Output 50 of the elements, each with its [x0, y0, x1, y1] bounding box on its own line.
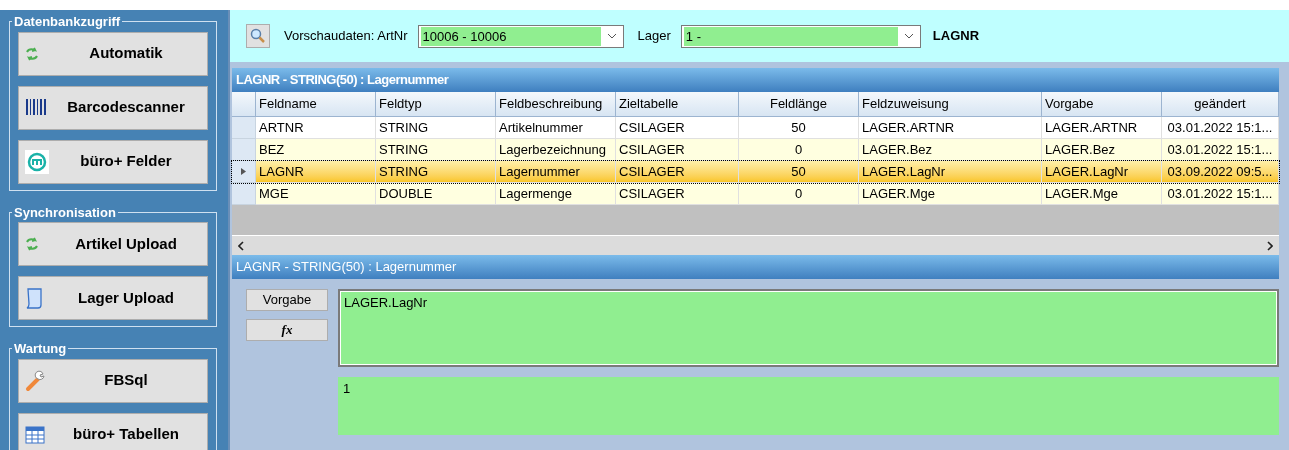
result-field: 1: [338, 377, 1279, 435]
table-cell: MGE: [256, 183, 376, 205]
group-title: Synchronisation: [13, 203, 117, 222]
field-name: LAGNR: [932, 27, 980, 46]
table-cell: 0: [739, 183, 859, 205]
search-button[interactable]: [246, 24, 270, 48]
table-cell: LAGER.Mge: [1042, 183, 1162, 205]
chevron-down-icon: [903, 33, 914, 39]
expression-field[interactable]: LAGER.LagNr: [338, 289, 1279, 367]
sync-arrows-icon: [25, 45, 39, 62]
table-cell: DOUBLE: [376, 183, 496, 205]
table-row[interactable]: ARTNR STRING Artikelnummer CSILAGER 50 LAGER.ARTNR LAGER.ARTNR 03.01.2022 15:1...: [232, 117, 1279, 139]
wrench-icon: [25, 369, 47, 392]
logo-icon: [25, 149, 49, 174]
table-cell: LAGER.Mge: [859, 183, 1042, 205]
default-button[interactable]: Vorgabe: [246, 289, 328, 311]
row-header[interactable]: [232, 183, 256, 205]
row-header[interactable]: [232, 161, 256, 183]
row-pointer-icon: [241, 168, 246, 175]
grid-title: LAGNR - STRING(50) : Lagernummer: [232, 68, 1279, 92]
row-header[interactable]: [232, 139, 256, 161]
group-title: Datenbankzugriff: [13, 13, 122, 31]
sync-arrows-icon: [25, 236, 39, 252]
scroll-right-icon[interactable]: [1267, 240, 1273, 251]
sidebar-button[interactable]: büro+ Felder: [18, 139, 208, 184]
detail-title: LAGNR - STRING(50) : Lagernummer: [232, 255, 1279, 279]
table-row[interactable]: LAGNR STRING Lagernummer CSILAGER 50 LAGER.LagNr LAGER.LagNr 03.09.2022 09:5...: [232, 161, 1279, 183]
document-icon: [25, 287, 43, 309]
dropdown[interactable]: 1 -: [680, 24, 921, 48]
formula-button[interactable]: fx: [246, 319, 328, 341]
scroll-left-icon[interactable]: [238, 240, 244, 251]
table-cell: Lagermenge: [496, 183, 616, 205]
sidebar-button[interactable]: FBSql: [18, 358, 208, 403]
dropdown[interactable]: 10006 - 10006: [417, 24, 624, 48]
barcode-icon: [25, 97, 47, 118]
table-icon: [25, 425, 45, 444]
search-icon: [250, 28, 266, 44]
sidebar-button[interactable]: Automatik: [18, 31, 208, 76]
table-row[interactable]: BEZ STRING Lagerbezeichnung CSILAGER 0 LAGER.Bez LAGER.Bez 03.01.2022 15:1...: [232, 139, 1279, 161]
field-label: Lager: [637, 27, 671, 46]
table-cell: CSILAGER: [616, 183, 739, 205]
table-row[interactable]: MGE DOUBLE Lagermenge CSILAGER 0 LAGER.Mge LAGER.Mge 03.01.2022 15:1...: [232, 183, 1279, 205]
sidebar-button[interactable]: Lager Upload: [18, 276, 208, 320]
chevron-down-icon: [606, 33, 617, 39]
table-cell: 03.01.2022 15:1...: [1162, 183, 1279, 205]
sidebar-button[interactable]: Artikel Upload: [18, 222, 208, 266]
sidebar-button[interactable]: büro+ Tabellen: [18, 412, 208, 450]
group-title: Wartung: [13, 340, 68, 358]
sidebar-button[interactable]: Barcodescanner: [18, 85, 208, 130]
field-label: Vorschaudaten: ArtNr: [284, 27, 408, 46]
